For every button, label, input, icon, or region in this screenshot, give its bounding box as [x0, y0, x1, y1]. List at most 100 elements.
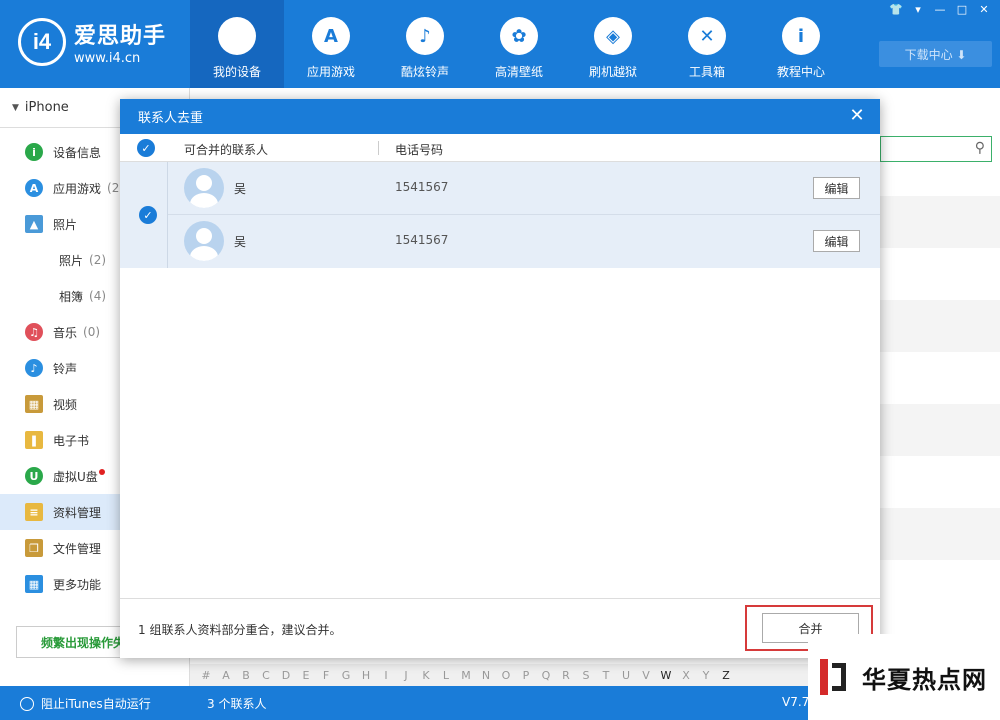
- caret-down-icon: ▼: [12, 102, 19, 113]
- alphabet-letter[interactable]: U: [616, 669, 636, 682]
- info-icon: i: [782, 17, 820, 55]
- nav-item-3[interactable]: ✿ 高清壁纸: [472, 0, 566, 88]
- block-itunes-toggle[interactable]: 阻止iTunes自动运行: [20, 695, 151, 712]
- nav-label: 应用游戏: [306, 65, 355, 79]
- sidebar-item-label: 应用游戏: [53, 181, 102, 196]
- nav-label: 工具箱: [688, 65, 725, 79]
- list-row-stripe: [880, 404, 1000, 456]
- edit-button[interactable]: 编辑: [813, 230, 860, 252]
- skin-icon[interactable]: 👕: [888, 3, 904, 16]
- nav-item-2[interactable]: ♪ 酷炫铃声: [378, 0, 472, 88]
- alphabet-letter[interactable]: B: [236, 669, 256, 682]
- contact-search-input[interactable]: ⚲: [880, 136, 992, 162]
- alphabet-letter[interactable]: I: [376, 669, 396, 682]
- alphabet-letter[interactable]: T: [596, 669, 616, 682]
- nav-label: 我的设备: [212, 65, 261, 79]
- alphabet-letter[interactable]: #: [196, 669, 216, 682]
- alphabet-letter[interactable]: D: [276, 669, 296, 682]
- device-name: iPhone: [24, 100, 69, 115]
- alphabet-index-bar: # A B C D E F G H I J K L M N O P Q R S T U V W X Y Z: [190, 664, 810, 686]
- alphabet-letter[interactable]: K: [416, 669, 436, 682]
- watermark: 华夏热点网: [808, 634, 1000, 720]
- avatar: [184, 168, 224, 208]
- alphabet-letter[interactable]: F: [316, 669, 336, 682]
- flower-icon: ✿: [500, 17, 538, 55]
- duplicate-group: ✓ 吴 1541567 编辑 吴 1541567 编辑: [120, 162, 880, 268]
- close-icon[interactable]: ✕: [844, 103, 870, 127]
- sidebar-icon: ≡: [25, 503, 43, 521]
- sidebar-item-label: 设备信息: [53, 145, 102, 160]
- search-icon: ⚲: [974, 140, 985, 156]
- download-center-button[interactable]: 下载中心 ⬇: [879, 41, 992, 67]
- sidebar-icon: ♫: [25, 323, 43, 341]
- dialog-table-header: ✓ 可合并的联系人 电话号码: [120, 134, 880, 162]
- nav-item-5[interactable]: ✕ 工具箱: [660, 0, 754, 88]
- sidebar-item-label: 虚拟U盘: [53, 469, 98, 484]
- alphabet-letter[interactable]: J: [396, 669, 416, 682]
- sidebar-item-label: 视频: [53, 397, 78, 412]
- nav-item-6[interactable]: i 教程中心: [754, 0, 848, 88]
- group-checkbox[interactable]: ✓: [139, 206, 157, 224]
- tools-icon: ✕: [688, 17, 726, 55]
- alphabet-letter[interactable]: M: [456, 669, 476, 682]
- nav-item-0[interactable]: 我的设备: [190, 0, 284, 88]
- alphabet-letter[interactable]: G: [336, 669, 356, 682]
- main-nav: 我的设备 A 应用游戏 ♪ 酷炫铃声 ✿ 高清壁纸 ◈ 刷机越狱 ✕ 工具箱 i 教程中心: [190, 0, 848, 88]
- dedupe-contacts-dialog: 联系人去重 ✕ ✓ 可合并的联系人 电话号码 ✓ 吴 1541567 编辑 吴 …: [120, 99, 880, 658]
- alphabet-letter[interactable]: R: [556, 669, 576, 682]
- alphabet-letter[interactable]: A: [216, 669, 236, 682]
- radio-circle-icon: [20, 696, 34, 711]
- alphabet-letter[interactable]: X: [676, 669, 696, 682]
- alphabet-letter[interactable]: S: [576, 669, 596, 682]
- menu-icon[interactable]: ▾: [910, 3, 926, 16]
- contact-phone: 1541567: [395, 180, 449, 194]
- alphabet-letter[interactable]: O: [496, 669, 516, 682]
- app-store-icon: A: [312, 17, 350, 55]
- bell-icon: ♪: [406, 17, 444, 55]
- apple-icon: [218, 17, 256, 55]
- window-controls: 👕 ▾ — □ ✕: [888, 3, 992, 16]
- sidebar-item-label: 更多功能: [53, 577, 102, 592]
- block-itunes-label: 阻止iTunes自动运行: [41, 697, 151, 711]
- sidebar-icon: ❚: [25, 431, 43, 449]
- alphabet-letter[interactable]: V: [636, 669, 656, 682]
- list-row-stripe: [880, 300, 1000, 352]
- dialog-title: 联系人去重: [138, 111, 204, 126]
- sidebar-icon: ❐: [25, 539, 43, 557]
- alphabet-letter[interactable]: Y: [696, 669, 716, 682]
- logo-title: 爱思助手: [74, 24, 167, 49]
- nav-item-4[interactable]: ◈ 刷机越狱: [566, 0, 660, 88]
- alphabet-letter[interactable]: N: [476, 669, 496, 682]
- column-divider: [378, 141, 379, 155]
- alphabet-letter[interactable]: Z: [716, 669, 736, 682]
- alphabet-letter[interactable]: P: [516, 669, 536, 682]
- minimize-icon[interactable]: —: [932, 3, 948, 16]
- logo-badge: i4: [18, 18, 66, 66]
- alphabet-letter[interactable]: L: [436, 669, 456, 682]
- merge-suggestion-text: 1 组联系人资料部分重合，建议合并。: [138, 623, 342, 637]
- sidebar-item-count: (2): [89, 253, 107, 267]
- close-window-icon[interactable]: ✕: [976, 3, 992, 16]
- alphabet-letter[interactable]: C: [256, 669, 276, 682]
- sidebar-item-label: 照片: [53, 217, 78, 232]
- alphabet-letter[interactable]: H: [356, 669, 376, 682]
- select-all-checkbox[interactable]: ✓: [137, 139, 155, 157]
- alphabet-letter[interactable]: W: [656, 669, 676, 682]
- alphabet-letter[interactable]: Q: [536, 669, 556, 682]
- logo-url: www.i4.cn: [74, 51, 141, 66]
- app-logo: i4 爱思助手 www.i4.cn: [18, 18, 166, 66]
- sidebar-item-label: 文件管理: [53, 541, 102, 556]
- watermark-logo-icon: [818, 657, 854, 697]
- sidebar-icon: ♪: [25, 359, 43, 377]
- alphabet-letter[interactable]: E: [296, 669, 316, 682]
- table-row: 吴 1541567 编辑: [168, 215, 880, 268]
- column-mergeable-contacts: 可合并的联系人: [184, 143, 269, 157]
- sidebar-item-label: 资料管理: [53, 505, 102, 520]
- nav-item-1[interactable]: A 应用游戏: [284, 0, 378, 88]
- nav-label: 刷机越狱: [588, 65, 637, 79]
- edit-button[interactable]: 编辑: [813, 177, 860, 199]
- maximize-icon[interactable]: □: [954, 3, 970, 16]
- sidebar-item-count: (2: [107, 181, 120, 195]
- version-label: V7.7: [782, 695, 810, 709]
- sidebar-item-count: (0): [83, 325, 101, 339]
